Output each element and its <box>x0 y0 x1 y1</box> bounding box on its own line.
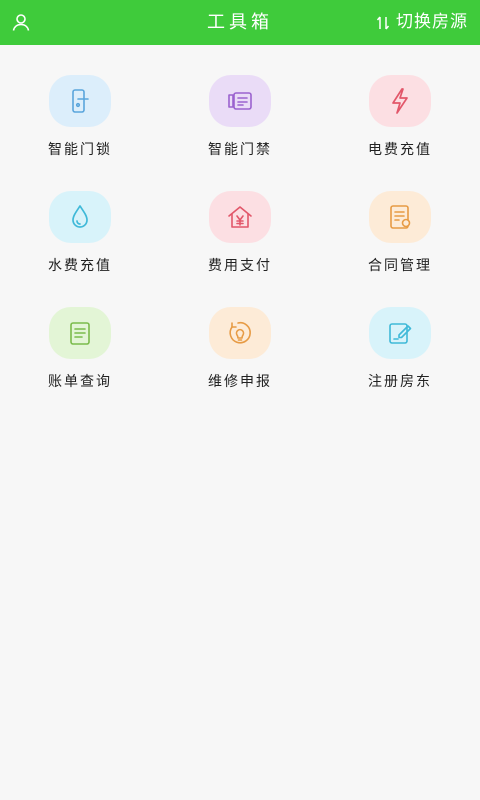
tool-door-lock[interactable]: 智能门锁 <box>0 75 160 191</box>
tool-register-landlord[interactable]: 注册房东 <box>320 307 480 423</box>
tool-label: 维修申报 <box>208 374 272 390</box>
tool-grid: 智能门锁 智能门禁 电费充值 水费充值 费用支付 合同管理 账单查询 维修申报 … <box>0 75 480 423</box>
tool-badge <box>49 75 111 127</box>
tool-water-recharge[interactable]: 水费充值 <box>0 191 160 307</box>
tool-label: 智能门禁 <box>208 142 272 158</box>
top-bar: 工具箱 切换房源 <box>0 0 480 45</box>
tool-label: 账单查询 <box>48 374 112 390</box>
tool-badge <box>49 191 111 243</box>
tool-label: 水费充值 <box>48 258 112 274</box>
house-yen-icon <box>228 206 252 228</box>
tool-badge <box>369 307 431 359</box>
tool-access-control[interactable]: 智能门禁 <box>160 75 320 191</box>
tool-badge <box>209 307 271 359</box>
water-drop-icon <box>72 205 88 228</box>
tool-electricity-recharge[interactable]: 电费充值 <box>320 75 480 191</box>
door-lock-icon <box>72 89 89 113</box>
tool-contract-management[interactable]: 合同管理 <box>320 191 480 307</box>
tool-badge <box>369 191 431 243</box>
tool-label: 费用支付 <box>208 258 272 274</box>
tool-label: 智能门锁 <box>48 142 112 158</box>
bill-icon <box>70 322 90 345</box>
switch-property-label: 切换房源 <box>396 12 468 32</box>
tool-bill-query[interactable]: 账单查询 <box>0 307 160 423</box>
tool-repair-request[interactable]: 维修申报 <box>160 307 320 423</box>
register-edit-icon <box>389 323 412 344</box>
tool-label: 合同管理 <box>368 258 432 274</box>
swap-icon <box>376 16 390 29</box>
tool-badge <box>49 307 111 359</box>
tool-badge <box>209 191 271 243</box>
tool-label: 注册房东 <box>368 374 432 390</box>
tool-fee-payment[interactable]: 费用支付 <box>160 191 320 307</box>
tool-badge <box>369 75 431 127</box>
lightning-icon <box>392 88 408 114</box>
repair-bulb-icon <box>229 321 251 344</box>
access-card-icon <box>228 92 252 110</box>
tool-badge <box>209 75 271 127</box>
switch-property-button[interactable]: 切换房源 <box>375 0 468 45</box>
tool-label: 电费充值 <box>368 142 432 158</box>
contract-icon <box>390 205 411 229</box>
